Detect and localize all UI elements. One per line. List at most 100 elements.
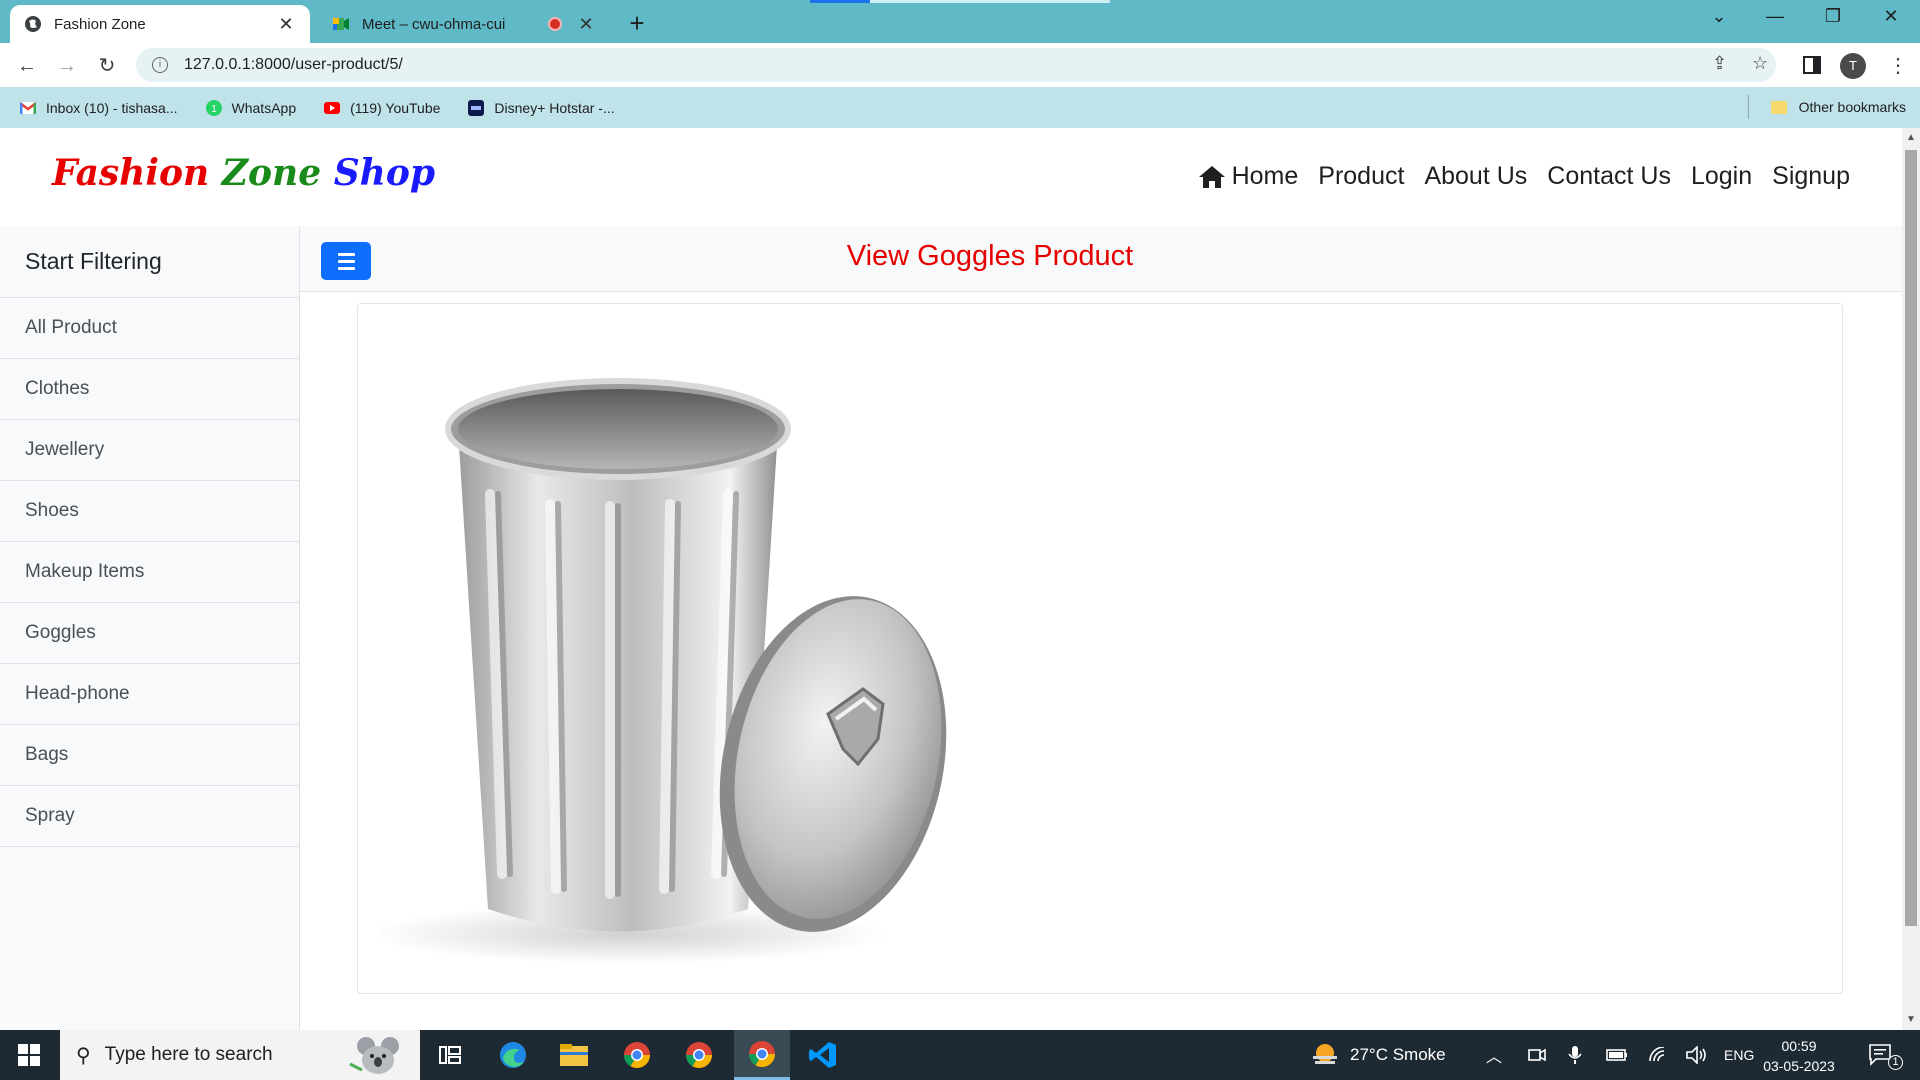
sidebar-item-shoes[interactable]: Shoes xyxy=(0,481,299,542)
youtube-icon xyxy=(324,101,341,114)
recording-icon xyxy=(548,17,562,31)
product-card xyxy=(357,303,1843,994)
windows-start-icon[interactable] xyxy=(18,1044,40,1066)
show-hidden-icons-chevron-icon[interactable]: ︿ xyxy=(1486,1030,1502,1080)
bookmark-label: Disney+ Hotstar -... xyxy=(494,99,615,116)
volume-icon[interactable] xyxy=(1686,1030,1708,1080)
scrollbar-thumb[interactable] xyxy=(1905,150,1917,926)
main-nav: Home Product About Us Contact Us Login S… xyxy=(1178,162,1850,191)
minimize-button[interactable]: — xyxy=(1752,6,1798,27)
side-panel-icon[interactable] xyxy=(1803,56,1821,74)
wifi-glyph xyxy=(1649,1047,1665,1062)
search-icon: ⚲ xyxy=(76,1044,91,1067)
site-info-icon[interactable]: i xyxy=(152,57,168,73)
bookmark-star-icon[interactable]: ☆ xyxy=(1752,53,1768,74)
site-logo[interactable]: Fashion Zone Shop xyxy=(52,152,435,194)
nav-product[interactable]: Product xyxy=(1318,162,1404,191)
notification-center-icon[interactable]: 1 xyxy=(1868,1030,1903,1080)
chrome-glyph xyxy=(749,1040,775,1067)
chrome-active-icon[interactable] xyxy=(734,1030,790,1080)
chrome-profile-icon[interactable] xyxy=(682,1038,716,1072)
sidebar-item-makeup-items[interactable]: Makeup Items xyxy=(0,542,299,603)
chrome-glyph xyxy=(686,1042,712,1068)
share-icon[interactable]: ⇪ xyxy=(1712,53,1727,74)
start-pane xyxy=(18,1056,28,1066)
browser-tab-strip: Fashion Zone ✕ Meet – cwu-ohma-cui ✕ + ⌄… xyxy=(0,0,1920,43)
back-arrow-icon[interactable]: ← xyxy=(12,51,42,81)
camera-glyph xyxy=(1528,1048,1546,1062)
tab-meet[interactable]: Meet – cwu-ohma-cui ✕ xyxy=(318,5,610,43)
microphone-icon[interactable] xyxy=(1568,1030,1582,1080)
nav-about[interactable]: About Us xyxy=(1424,162,1527,191)
battery-icon[interactable] xyxy=(1606,1030,1628,1080)
folder-glyph xyxy=(560,1044,588,1066)
clock-time: 00:59 xyxy=(1781,1038,1817,1054)
bookmark-label: (119) YouTube xyxy=(350,99,441,116)
taskbar-search[interactable]: ⚲ Type here to search xyxy=(60,1030,420,1080)
task-view-glyph xyxy=(439,1046,461,1064)
clock-date: 03-05-2023 xyxy=(1763,1058,1835,1074)
language-indicator[interactable]: ENG xyxy=(1724,1030,1754,1080)
speaker-glyph xyxy=(1686,1046,1706,1064)
close-tab-icon[interactable]: ✕ xyxy=(276,14,296,35)
hotstar-icon xyxy=(468,99,485,116)
vscode-icon[interactable] xyxy=(806,1038,840,1072)
brand-word-3: Shop xyxy=(333,152,436,194)
bookmark-label: Inbox (10) - tishasa... xyxy=(46,99,178,116)
sidebar-item-clothes[interactable]: Clothes xyxy=(0,359,299,420)
weather-text: 27°C Smoke xyxy=(1350,1045,1446,1064)
scroll-down-arrow-icon[interactable]: ▼ xyxy=(1906,1014,1916,1025)
menu-kebab-icon[interactable]: ⋮ xyxy=(1888,53,1908,78)
nav-home[interactable]: Home xyxy=(1198,162,1299,191)
system-clock[interactable]: 00:59 03-05-2023 xyxy=(1756,1036,1842,1076)
sidebar-item-bags[interactable]: Bags xyxy=(0,725,299,786)
file-explorer-icon[interactable] xyxy=(557,1038,591,1072)
bookmark-gmail[interactable]: Inbox (10) - tishasa... xyxy=(20,100,178,116)
bookmark-hotstar[interactable]: Disney+ Hotstar -... xyxy=(468,99,615,116)
close-tab-icon[interactable]: ✕ xyxy=(576,14,596,35)
page-scrollbar[interactable]: ▲ ▼ xyxy=(1902,128,1920,1030)
bookmark-whatsapp[interactable]: 1 WhatsApp xyxy=(205,99,296,116)
task-view-icon[interactable] xyxy=(433,1038,467,1072)
sidebar-item-goggles[interactable]: Goggles xyxy=(0,603,299,664)
new-tab-button[interactable]: + xyxy=(622,8,652,39)
restore-button[interactable]: ❐ xyxy=(1810,6,1856,27)
notification-count: 1 xyxy=(1888,1054,1903,1070)
wifi-icon[interactable] xyxy=(1648,1030,1668,1080)
nav-home-label: Home xyxy=(1231,162,1299,190)
address-bar[interactable]: i 127.0.0.1:8000/user-product/5/ xyxy=(136,48,1776,82)
forward-arrow-icon[interactable]: → xyxy=(52,51,82,81)
other-bookmarks[interactable]: Other bookmarks xyxy=(1770,99,1906,115)
home-icon xyxy=(1198,165,1225,188)
chrome-icon[interactable] xyxy=(620,1038,654,1072)
bookmark-youtube[interactable]: (119) YouTube xyxy=(324,100,440,116)
sidebar-item-head-phone[interactable]: Head-phone xyxy=(0,664,299,725)
nav-login[interactable]: Login xyxy=(1691,162,1752,191)
edge-icon[interactable] xyxy=(496,1038,530,1072)
tab-search-chevron-icon[interactable]: ⌄ xyxy=(1696,6,1742,27)
close-window-button[interactable]: ✕ xyxy=(1868,6,1914,27)
filter-sidebar: Start Filtering All Product Clothes Jewe… xyxy=(0,226,300,1030)
globe-icon xyxy=(25,16,41,32)
start-pane xyxy=(30,1056,40,1066)
search-placeholder: Type here to search xyxy=(104,1044,273,1065)
page-title: View Goggles Product xyxy=(846,240,1134,272)
nav-contact[interactable]: Contact Us xyxy=(1547,162,1671,191)
sidebar-item-all-product[interactable]: All Product xyxy=(0,298,299,359)
tab-fashion-zone[interactable]: Fashion Zone ✕ xyxy=(10,5,310,43)
weather-widget[interactable]: 27°C Smoke xyxy=(1310,1030,1446,1080)
meet-now-icon[interactable] xyxy=(1528,1030,1546,1080)
brand-word-1: Fashion xyxy=(52,152,210,194)
tab-strip-accent-light xyxy=(870,0,1110,3)
trash-can-icon[interactable] xyxy=(378,354,998,974)
tab-strip-accent xyxy=(810,0,870,3)
bookmarks-separator xyxy=(1748,95,1749,119)
profile-avatar[interactable]: T xyxy=(1840,53,1866,79)
sidebar-item-spray[interactable]: Spray xyxy=(0,786,299,847)
scroll-up-arrow-icon[interactable]: ▲ xyxy=(1906,132,1916,143)
sidebar-item-jewellery[interactable]: Jewellery xyxy=(0,420,299,481)
nav-signup[interactable]: Signup xyxy=(1772,162,1850,191)
battery-glyph xyxy=(1606,1049,1627,1061)
folder-icon xyxy=(1770,100,1787,114)
reload-icon[interactable]: ↻ xyxy=(92,51,122,81)
